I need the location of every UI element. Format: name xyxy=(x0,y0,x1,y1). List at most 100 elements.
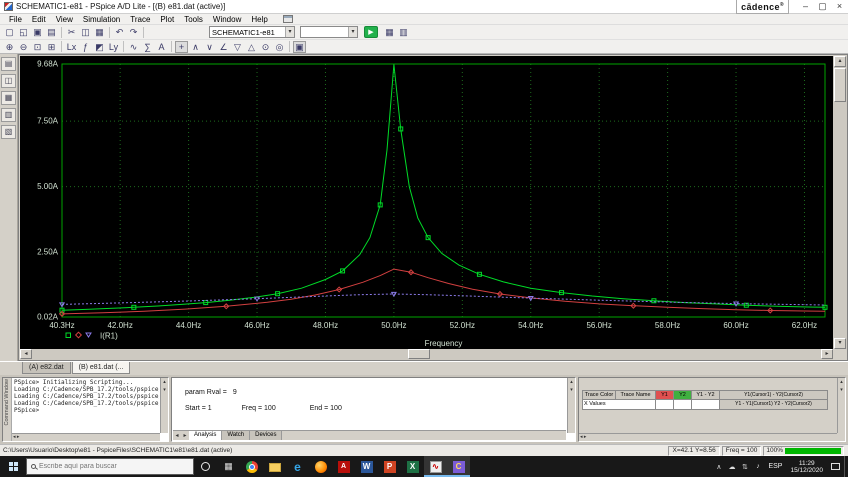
scroll-right-icon[interactable]: ▸ xyxy=(821,349,833,359)
log-x-axis-icon[interactable]: Lx xyxy=(65,41,78,53)
window-new-icon[interactable]: ▤ xyxy=(1,57,16,71)
log-vertical-scrollbar[interactable]: ▴▾ xyxy=(160,378,168,433)
status-vertical-scrollbar[interactable]: ▴▾ xyxy=(567,378,575,433)
toggle-cursor-icon[interactable]: + xyxy=(175,41,188,53)
add-trace-icon[interactable]: ∿ xyxy=(127,41,140,53)
word-button[interactable]: W xyxy=(355,456,378,477)
plot-area[interactable]: 9.68A7.50A5.00A2.50A0.02A40.3Hz42.0Hz44.… xyxy=(20,56,833,349)
scroll-down-icon[interactable]: ▾ xyxy=(834,338,846,349)
plot-horizontal-scrollbar[interactable]: ◂ ▸ xyxy=(20,349,833,360)
menu-window[interactable]: Window xyxy=(208,15,246,24)
save-icon[interactable]: ▣ xyxy=(31,26,44,38)
acrobat-button[interactable]: A xyxy=(332,456,355,477)
volume-icon[interactable]: ♪ xyxy=(751,463,764,471)
secondary-combo[interactable]: ▾ xyxy=(300,26,358,38)
log-y-axis-icon[interactable]: Ly xyxy=(107,41,120,53)
window-text-icon[interactable]: ▥ xyxy=(1,108,16,122)
paste-icon[interactable]: ▦ xyxy=(93,26,106,38)
maximize-button[interactable]: ▢ xyxy=(814,0,831,13)
menu-view[interactable]: View xyxy=(51,15,78,24)
chevron-down-icon[interactable]: ▾ xyxy=(348,27,357,37)
scrollbar-thumb[interactable] xyxy=(834,68,846,102)
menu-plot[interactable]: Plot xyxy=(155,15,179,24)
start-button[interactable] xyxy=(0,456,26,477)
zoom-fit-icon[interactable]: ⊞ xyxy=(45,41,58,53)
undo-icon[interactable]: ↶ xyxy=(113,26,126,38)
window-cascade-icon[interactable]: ◫ xyxy=(1,74,16,88)
action-center-icon[interactable] xyxy=(831,463,840,470)
eval-goal-function-icon[interactable]: ∑ xyxy=(141,41,154,53)
print-icon[interactable]: ▤ xyxy=(45,26,58,38)
onedrive-icon[interactable]: ☁ xyxy=(725,463,738,471)
fourier-icon[interactable]: ƒ xyxy=(79,41,92,53)
tab-analysis[interactable]: Analysis xyxy=(189,431,222,440)
view-output-file-icon[interactable]: ▥ xyxy=(397,26,410,38)
pspice-button[interactable]: ∿ xyxy=(424,456,447,477)
edge-button[interactable]: e xyxy=(286,456,309,477)
copy-icon[interactable]: ◫ xyxy=(79,26,92,38)
firefox-button[interactable] xyxy=(309,456,332,477)
mark-data-points-icon[interactable]: ▣ xyxy=(293,41,306,53)
plot-tab-0[interactable]: (A) e82.dat xyxy=(22,362,71,374)
cursor-vertical-scrollbar[interactable]: ▴▾ xyxy=(837,378,845,433)
zoom-in-icon[interactable]: ⊕ xyxy=(3,41,16,53)
cortana-button[interactable] xyxy=(194,456,217,477)
cursor-peak-icon[interactable]: ∧ xyxy=(189,41,202,53)
command-window-titlebar[interactable]: Command Window xyxy=(3,378,12,441)
menu-trace[interactable]: Trace xyxy=(125,15,155,24)
open-file-icon[interactable]: ◱ xyxy=(17,26,30,38)
zoom-out-icon[interactable]: ⊖ xyxy=(17,41,30,53)
taskbar-search[interactable] xyxy=(26,458,194,475)
menu-tools[interactable]: Tools xyxy=(179,15,208,24)
restore-child-window-icon[interactable] xyxy=(283,15,293,23)
redo-icon[interactable]: ↷ xyxy=(127,26,140,38)
plot-vertical-scrollbar[interactable]: ▴ ▾ xyxy=(833,56,847,349)
file-explorer-button[interactable] xyxy=(263,456,286,477)
window-grid-icon[interactable]: ▧ xyxy=(1,125,16,139)
cursor-max-icon[interactable]: △ xyxy=(245,41,258,53)
language-indicator[interactable]: ESP xyxy=(764,463,786,470)
plot-tab-1[interactable]: (B) e81.dat (... xyxy=(72,362,131,374)
menu-file[interactable]: File xyxy=(4,15,27,24)
window-tile-icon[interactable]: ▦ xyxy=(1,91,16,105)
minimize-button[interactable]: – xyxy=(797,0,814,13)
chrome-button[interactable] xyxy=(240,456,263,477)
cursor-slope-icon[interactable]: ∠ xyxy=(217,41,230,53)
close-button[interactable]: × xyxy=(831,0,848,13)
run-simulation-button[interactable]: ▶ xyxy=(364,26,378,38)
powerpoint-button[interactable]: P xyxy=(378,456,401,477)
cursor-point-icon[interactable]: ⊙ xyxy=(259,41,272,53)
cursor-search-icon[interactable]: ◎ xyxy=(273,41,286,53)
chevron-down-icon[interactable]: ▾ xyxy=(285,27,294,37)
scroll-up-icon[interactable]: ▴ xyxy=(834,56,846,67)
cursor-trough-icon[interactable]: ∨ xyxy=(203,41,216,53)
simulation-profile-combo[interactable]: SCHEMATIC1-e81 ▾ xyxy=(209,26,295,38)
text-label-icon[interactable]: A xyxy=(155,41,168,53)
taskbar-clock[interactable]: 11:29 15/12/2020 xyxy=(786,460,827,474)
cut-icon[interactable]: ✂ xyxy=(65,26,78,38)
task-view-button[interactable]: ▦ xyxy=(217,456,240,477)
menu-help[interactable]: Help xyxy=(246,15,272,24)
scroll-left-icon[interactable]: ◂ xyxy=(20,349,32,359)
zoom-area-icon[interactable]: ⊡ xyxy=(31,41,44,53)
excel-button[interactable]: X xyxy=(401,456,424,477)
output-log-lines[interactable]: PSpice> Initializing Scripting...Loading… xyxy=(14,379,159,432)
tab-scroll-left-icon[interactable]: ◂ xyxy=(173,432,181,439)
performance-analysis-icon[interactable]: ◩ xyxy=(93,41,106,53)
log-horizontal-scrollbar[interactable]: ◂ ▸ xyxy=(12,433,160,441)
new-file-icon[interactable]: ▢ xyxy=(3,26,16,38)
cursor-horizontal-scrollbar[interactable]: ◂ ▸ xyxy=(579,433,837,441)
scrollbar-thumb[interactable] xyxy=(408,349,430,359)
network-icon[interactable]: ⇅ xyxy=(738,463,751,471)
tab-watch[interactable]: Watch xyxy=(222,431,250,440)
search-input[interactable] xyxy=(39,463,179,470)
tray-expand-icon[interactable]: ∧ xyxy=(712,463,725,471)
capture-button[interactable]: C xyxy=(447,456,470,477)
tab-scroll-right-icon[interactable]: ▸ xyxy=(181,432,189,439)
tab-devices[interactable]: Devices xyxy=(250,431,282,440)
view-simulation-results-icon[interactable]: ▦ xyxy=(383,26,396,38)
cursor-min-icon[interactable]: ▽ xyxy=(231,41,244,53)
menu-edit[interactable]: Edit xyxy=(27,15,51,24)
show-desktop-button[interactable] xyxy=(844,456,848,477)
menu-simulation[interactable]: Simulation xyxy=(78,15,125,24)
